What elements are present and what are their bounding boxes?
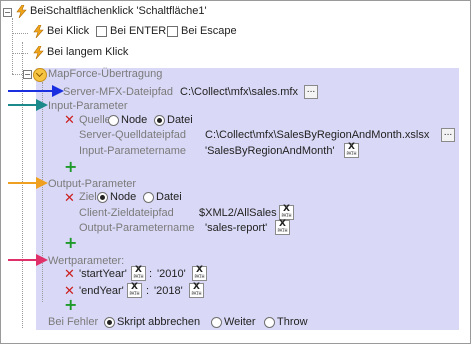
xpath-button[interactable]: X PATH [344, 142, 359, 158]
value-parameter-header: Wertparameter: [48, 255, 125, 267]
ziel-node-radio[interactable] [97, 192, 108, 203]
delete-icon[interactable]: ✕ [64, 192, 75, 205]
annotation-arrow-pink [8, 254, 48, 266]
delete-icon[interactable]: ✕ [64, 114, 75, 127]
on-error-label: Bei Fehler [48, 316, 99, 328]
value-param-separator: : [146, 285, 150, 297]
event-langem-klick-label: Bei langem Klick [47, 46, 129, 58]
root-event-label: BeiSchaltflächenklick 'Schaltfläche1' [30, 5, 207, 17]
input-param-name-value[interactable]: 'SalesByRegionAndMonth' [205, 144, 335, 158]
output-param-name-label: Output-Parametername [79, 222, 195, 234]
annotation-arrow-blue [8, 85, 64, 97]
tree-line [12, 53, 28, 54]
collapse-toggle[interactable]: − [23, 70, 32, 79]
tree-line [42, 82, 43, 302]
quelle-datei-label: Datei [167, 114, 193, 126]
enter-checkbox[interactable] [96, 26, 107, 37]
on-error-throw-radio[interactable] [264, 317, 275, 328]
input-parameter-header: Input-Parameter [48, 100, 128, 112]
value-param-value[interactable]: '2010' [157, 267, 186, 281]
output-parameter-header: Output-Parameter [48, 178, 137, 190]
quelle-node-label: Node [121, 114, 148, 126]
value-param-separator: : [149, 268, 153, 280]
lightning-icon [33, 46, 44, 59]
browse-button[interactable]: ... [304, 85, 318, 99]
annotation-arrow-teal [8, 99, 48, 111]
on-error-abort-label: Skript abbrechen [117, 316, 201, 328]
on-error-abort-radio[interactable] [104, 317, 115, 328]
quelle-datei-radio[interactable] [154, 115, 165, 126]
event-bei-klick-label: Bei Klick [47, 25, 90, 37]
value-param-key[interactable]: 'startYear' [79, 267, 127, 281]
input-param-name-label: Input-Parametername [79, 145, 186, 157]
tree-line [12, 33, 28, 34]
mapforce-title: MapForce-Übertragung [48, 68, 163, 80]
xpath-button[interactable]: X PATH [189, 282, 204, 298]
server-source-path-value[interactable]: C:\Collect\mfx\SalesByRegionAndMonth.xsl… [205, 128, 429, 142]
on-error-continue-radio[interactable] [211, 317, 222, 328]
add-icon[interactable]: + [64, 159, 77, 175]
ziel-node-label: Node [110, 191, 137, 203]
client-target-path-label: Client-Zieldateipfad [79, 207, 174, 219]
add-icon[interactable]: + [64, 235, 77, 251]
escape-checkbox-label: Bei Escape [181, 25, 237, 37]
browse-button[interactable]: ... [441, 128, 455, 142]
on-error-continue-label: Weiter [224, 316, 256, 328]
tree-line [12, 18, 13, 74]
enter-checkbox-label: Bei ENTER [110, 25, 167, 37]
xpath-button[interactable]: X PATH [275, 219, 290, 235]
ziel-label: Ziel [79, 191, 97, 203]
value-param-key[interactable]: 'endYear' [79, 284, 124, 298]
server-mfx-path-value[interactable]: C:\Collect\mfx\sales.mfx [180, 85, 298, 99]
quelle-node-radio[interactable] [108, 115, 119, 126]
xpath-button[interactable]: X PATH [279, 204, 294, 220]
lightning-icon [33, 25, 44, 38]
mapforce-icon [33, 68, 47, 82]
add-icon[interactable]: + [64, 297, 77, 313]
server-mfx-path-label: Server-MFX-Dateipfad [63, 86, 174, 98]
xpath-button[interactable]: X PATH [192, 265, 207, 281]
output-param-name-value[interactable]: 'sales-report' [205, 221, 267, 235]
on-error-throw-label: Throw [277, 316, 308, 328]
value-param-value[interactable]: '2018' [154, 284, 183, 298]
quelle-label: Quelle [79, 114, 111, 126]
annotation-arrow-orange [8, 177, 48, 189]
collapse-toggle[interactable]: − [3, 8, 12, 17]
ziel-datei-radio[interactable] [143, 192, 154, 203]
escape-checkbox[interactable] [167, 26, 178, 37]
xpath-button[interactable]: X PATH [131, 265, 146, 281]
server-source-path-label: Server-Quelldateipfad [79, 129, 187, 141]
lightning-icon [16, 5, 27, 18]
client-target-path-value[interactable]: $XML2/AllSales [199, 206, 277, 220]
xpath-button[interactable]: X PATH [127, 282, 142, 298]
ziel-datei-label: Datei [156, 191, 182, 203]
delete-icon[interactable]: ✕ [64, 268, 75, 281]
